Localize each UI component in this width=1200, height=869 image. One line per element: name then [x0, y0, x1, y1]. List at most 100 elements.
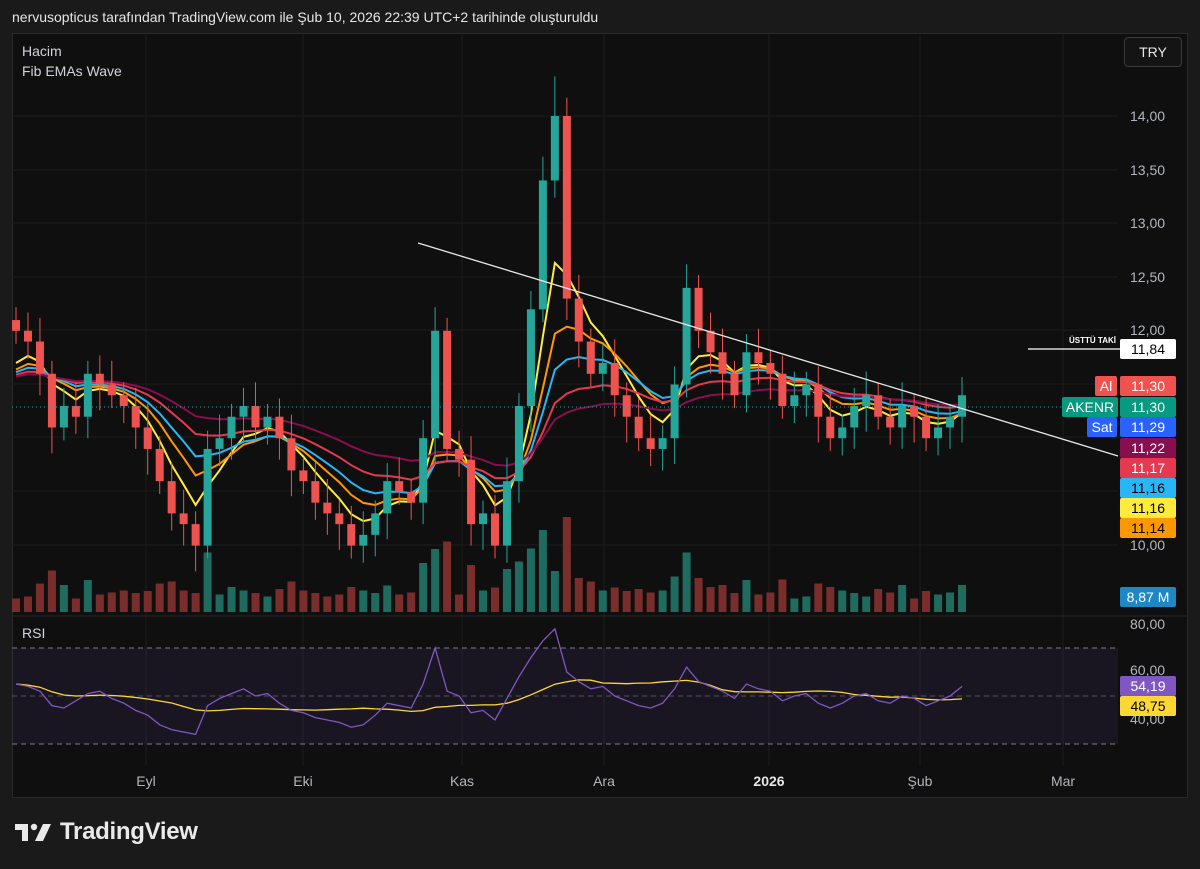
candle-body — [958, 395, 966, 417]
horizontal-line-label: ÜSTTÜ TAKİ — [1069, 336, 1116, 345]
candle-body — [490, 513, 499, 546]
price-tick: 12,50 — [1130, 269, 1165, 285]
volume-bar — [323, 596, 332, 612]
volume-bar — [934, 594, 943, 612]
bid-price: 11,30 — [1131, 378, 1165, 394]
time-tick: Kas — [450, 773, 474, 789]
candle-body — [922, 416, 931, 439]
candle-body — [131, 405, 140, 428]
volume-bar — [898, 585, 907, 612]
rsi-legend[interactable]: RSI — [22, 625, 45, 641]
candle-body — [898, 405, 907, 428]
candle-body — [191, 524, 200, 546]
chart-canvas[interactable]: ÜSTTÜ TAKİ 14,00 13,50 13,00 12,50 12,00… — [0, 0, 1200, 869]
volume-bar — [670, 576, 679, 612]
currency-button[interactable]: TRY — [1124, 37, 1182, 67]
time-tick: Ara — [593, 773, 615, 789]
candle-body — [694, 287, 703, 331]
volume-bar — [742, 580, 751, 612]
candle-body — [299, 470, 308, 482]
candle-body — [646, 438, 655, 449]
candle-body — [934, 427, 943, 439]
candle-body — [59, 405, 68, 428]
rsi-ma-value: 48,75 — [1130, 698, 1165, 714]
volume-bar — [562, 517, 571, 612]
volume-bar — [814, 583, 823, 612]
volume-bar — [335, 594, 344, 612]
candle-body — [610, 363, 619, 396]
candle-body — [23, 330, 32, 342]
candle-body — [95, 373, 104, 385]
candle-body — [71, 405, 80, 417]
volume-legend[interactable]: Hacim — [22, 43, 62, 59]
candle-body — [431, 330, 440, 439]
candle-body — [371, 513, 380, 535]
volume-bar — [407, 592, 416, 612]
volume-bar — [586, 581, 595, 612]
candle-body — [455, 448, 464, 460]
volume-bar — [467, 565, 476, 612]
volume-bar — [490, 587, 499, 612]
candle-body — [275, 416, 284, 439]
candle-body — [526, 309, 535, 406]
brand: TradingView — [14, 818, 198, 846]
volume-bar — [263, 596, 272, 612]
brand-name: TradingView — [60, 818, 198, 845]
candle-body — [886, 416, 895, 428]
volume-bar — [706, 587, 715, 612]
volume-bar — [347, 587, 356, 612]
candle-body — [323, 502, 332, 514]
rsi-tick: 60,00 — [1130, 662, 1165, 678]
candle-body — [622, 395, 631, 417]
price-tick: 14,00 — [1130, 108, 1165, 124]
volume-bar — [299, 590, 308, 612]
candle-body — [850, 405, 859, 428]
volume-bar — [730, 593, 739, 612]
ema-legend[interactable]: Fib EMAs Wave — [22, 63, 122, 79]
last-price: 11,30 — [1131, 399, 1165, 415]
candle-body — [263, 416, 272, 428]
volume-bar — [946, 592, 955, 612]
volume-bar — [383, 585, 392, 612]
volume-bar — [850, 593, 859, 612]
volume-bar — [455, 594, 464, 612]
price-tick: 13,00 — [1130, 215, 1165, 231]
candle-body — [658, 438, 667, 449]
volume-bar — [35, 583, 44, 612]
volume-bar — [155, 583, 164, 612]
price-tick: 10,00 — [1130, 537, 1165, 553]
volume-bar — [502, 569, 511, 612]
volume-bar — [227, 587, 236, 612]
trend-line[interactable] — [417, 242, 1119, 457]
ema-value: 11,16 — [1131, 480, 1165, 496]
volume-bar — [167, 581, 176, 612]
volume-bar — [143, 591, 152, 612]
volume-bar — [718, 585, 727, 612]
horizontal-line-price: 11,84 — [1131, 341, 1165, 357]
candle-body — [562, 116, 571, 299]
time-tick: Şub — [908, 773, 933, 789]
volume-bars — [12, 517, 966, 612]
candle-body — [467, 459, 476, 525]
candle-body — [167, 481, 176, 514]
ema-value: 11,22 — [1131, 440, 1165, 456]
candle-body — [35, 341, 44, 374]
ema-value: 11,17 — [1131, 460, 1165, 476]
volume-bar — [95, 594, 104, 612]
volume-bar — [574, 578, 583, 612]
candle-body — [874, 395, 883, 417]
time-tick: Mar — [1051, 773, 1075, 789]
volume-bar — [179, 590, 188, 612]
candle-body — [119, 395, 128, 406]
candle-body — [502, 481, 511, 546]
candle-body — [838, 427, 847, 439]
candle-body — [215, 438, 224, 449]
volume-bar — [658, 590, 667, 612]
volume-bar — [119, 590, 128, 612]
volume-bar — [479, 590, 488, 612]
candle-body — [335, 513, 344, 525]
candle-body — [83, 373, 92, 417]
candle-body — [730, 373, 739, 396]
candle-body — [718, 352, 727, 374]
volume-bar — [622, 591, 631, 612]
